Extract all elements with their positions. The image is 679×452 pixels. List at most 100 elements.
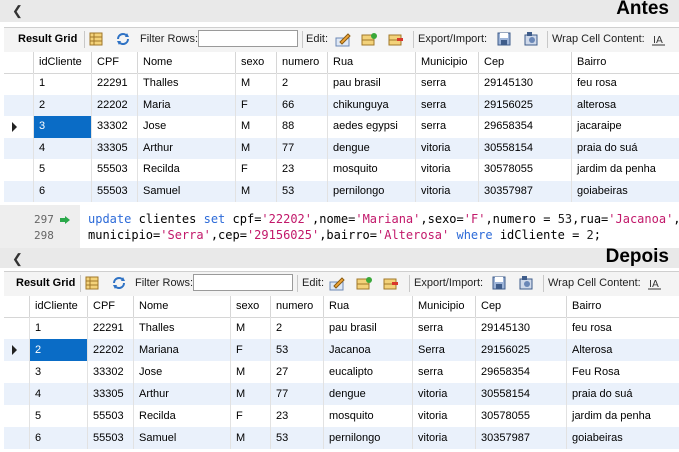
- column-header[interactable]: Rua: [323, 296, 412, 317]
- table-cell[interactable]: dengue: [327, 137, 415, 159]
- table-cell[interactable]: 5: [29, 405, 87, 427]
- table-row[interactable]: 2 22202 Mariana F 53 Jacanoa Serra 29156025 Alte…: [4, 339, 679, 361]
- table-cell[interactable]: Thalles: [137, 73, 235, 95]
- table-cell[interactable]: 55503: [91, 180, 137, 202]
- export-icon[interactable]: [496, 31, 512, 47]
- table-cell[interactable]: 23: [276, 159, 327, 181]
- table-cell[interactable]: 22291: [87, 317, 133, 339]
- wrap-icon[interactable]: IA: [647, 275, 663, 291]
- column-header[interactable]: Cep: [475, 296, 566, 317]
- table-cell[interactable]: 77: [276, 137, 327, 159]
- row-gutter[interactable]: [4, 405, 28, 427]
- table-cell[interactable]: eucalipto: [323, 361, 412, 383]
- table-cell[interactable]: 30578055: [475, 405, 566, 427]
- table-cell[interactable]: M: [235, 180, 276, 202]
- table-row[interactable]: 1 22291 Thalles M 2 pau brasil serra 29145130 fe…: [4, 317, 679, 339]
- table-cell[interactable]: Arthur: [133, 383, 230, 405]
- table-cell[interactable]: 23: [270, 405, 323, 427]
- table-cell[interactable]: Jose: [133, 361, 230, 383]
- table-cell[interactable]: Jose: [137, 116, 235, 138]
- table-cell[interactable]: Recilda: [133, 405, 230, 427]
- table-cell[interactable]: goiabeiras: [571, 180, 679, 202]
- table-row[interactable]: 4 33305 Arthur M 77 dengue vitoria 30558154 prai…: [4, 383, 679, 405]
- row-gutter[interactable]: [4, 73, 28, 95]
- table-cell[interactable]: aedes egypsi: [327, 116, 415, 138]
- run-arrow-icon[interactable]: [60, 216, 70, 224]
- table-cell[interactable]: 55503: [87, 405, 133, 427]
- table-cell[interactable]: chikunguya: [327, 94, 415, 116]
- table-cell[interactable]: jardim da penha: [571, 159, 679, 181]
- table-cell[interactable]: 53: [270, 427, 323, 449]
- table-cell[interactable]: serra: [415, 94, 478, 116]
- table-cell[interactable]: jacaraipe: [571, 116, 679, 138]
- table-cell[interactable]: 27: [270, 361, 323, 383]
- table-cell[interactable]: 6: [33, 180, 91, 202]
- table-cell[interactable]: 33302: [91, 116, 137, 138]
- table-row[interactable]: 2 22202 Maria F 66 chikunguya serra 29156025 alt…: [4, 94, 679, 116]
- table-cell[interactable]: Samuel: [137, 180, 235, 202]
- column-header[interactable]: idCliente: [33, 52, 91, 73]
- table-cell[interactable]: 4: [33, 137, 91, 159]
- wrap-icon[interactable]: IA: [651, 31, 667, 47]
- table-cell[interactable]: Samuel: [133, 427, 230, 449]
- table-cell[interactable]: 29145130: [478, 73, 571, 95]
- table-cell[interactable]: Thalles: [133, 317, 230, 339]
- table-cell[interactable]: Alterosa: [566, 339, 679, 361]
- edit-row-icon[interactable]: [335, 31, 351, 47]
- table-cell[interactable]: F: [230, 339, 270, 361]
- table-cell[interactable]: vitoria: [412, 405, 475, 427]
- table-cell[interactable]: M: [230, 361, 270, 383]
- column-header[interactable]: Nome: [137, 52, 235, 73]
- grid-icon[interactable]: [88, 31, 104, 47]
- table-cell[interactable]: Jacanoa: [323, 339, 412, 361]
- table-cell[interactable]: feu rosa: [571, 73, 679, 95]
- column-header[interactable]: Municipio: [412, 296, 475, 317]
- chevron-left-icon[interactable]: ❮: [12, 251, 23, 267]
- table-cell[interactable]: 3: [29, 361, 87, 383]
- table-cell[interactable]: 29156025: [478, 94, 571, 116]
- table-cell[interactable]: serra: [412, 361, 475, 383]
- table-cell[interactable]: mosquito: [323, 405, 412, 427]
- row-gutter[interactable]: [4, 138, 28, 160]
- add-row-icon[interactable]: [361, 31, 377, 47]
- table-cell[interactable]: feu rosa: [566, 317, 679, 339]
- row-gutter[interactable]: [4, 361, 28, 383]
- row-gutter[interactable]: [4, 383, 28, 405]
- delete-row-icon[interactable]: [383, 275, 399, 291]
- add-row-icon[interactable]: [356, 275, 372, 291]
- table-cell[interactable]: 53: [276, 180, 327, 202]
- edit-row-icon[interactable]: [329, 275, 345, 291]
- table-cell[interactable]: F: [235, 94, 276, 116]
- table-cell[interactable]: F: [235, 159, 276, 181]
- table-cell[interactable]: serra: [415, 116, 478, 138]
- grid-icon[interactable]: [84, 275, 100, 291]
- table-cell[interactable]: M: [230, 317, 270, 339]
- table-row[interactable]: 6 55503 Samuel M 53 pernilongo vitoria 30357987…: [4, 180, 679, 202]
- row-gutter[interactable]: [4, 159, 28, 181]
- table-cell[interactable]: vitoria: [412, 427, 475, 449]
- table-cell[interactable]: 30357987: [478, 180, 571, 202]
- table-row[interactable]: 5 55503 Recilda F 23 mosquito vitoria 30578055 j…: [4, 159, 679, 181]
- table-cell[interactable]: 53: [270, 339, 323, 361]
- table-cell[interactable]: serra: [415, 73, 478, 95]
- table-cell[interactable]: 88: [276, 116, 327, 138]
- table-cell[interactable]: vitoria: [415, 180, 478, 202]
- table-cell[interactable]: praia do suá: [566, 383, 679, 405]
- table-cell[interactable]: F: [230, 405, 270, 427]
- row-gutter[interactable]: [4, 339, 28, 361]
- delete-row-icon[interactable]: [388, 31, 404, 47]
- table-cell[interactable]: 33305: [91, 137, 137, 159]
- refresh-icon[interactable]: [115, 31, 131, 47]
- table-cell[interactable]: M: [230, 383, 270, 405]
- table-cell[interactable]: alterosa: [571, 94, 679, 116]
- table-cell[interactable]: 4: [29, 383, 87, 405]
- result-grid-tab[interactable]: Result Grid: [18, 33, 77, 45]
- import-icon[interactable]: [518, 275, 534, 291]
- column-header[interactable]: idCliente: [29, 296, 87, 317]
- row-gutter[interactable]: [4, 427, 28, 449]
- column-header[interactable]: numero: [270, 296, 323, 317]
- table-cell[interactable]: 33305: [87, 383, 133, 405]
- table-cell[interactable]: 6: [29, 427, 87, 449]
- table-row[interactable]: 3 33302 Jose M 88 aedes egypsi serra 29658354 ja…: [4, 116, 679, 138]
- table-cell[interactable]: 5: [33, 159, 91, 181]
